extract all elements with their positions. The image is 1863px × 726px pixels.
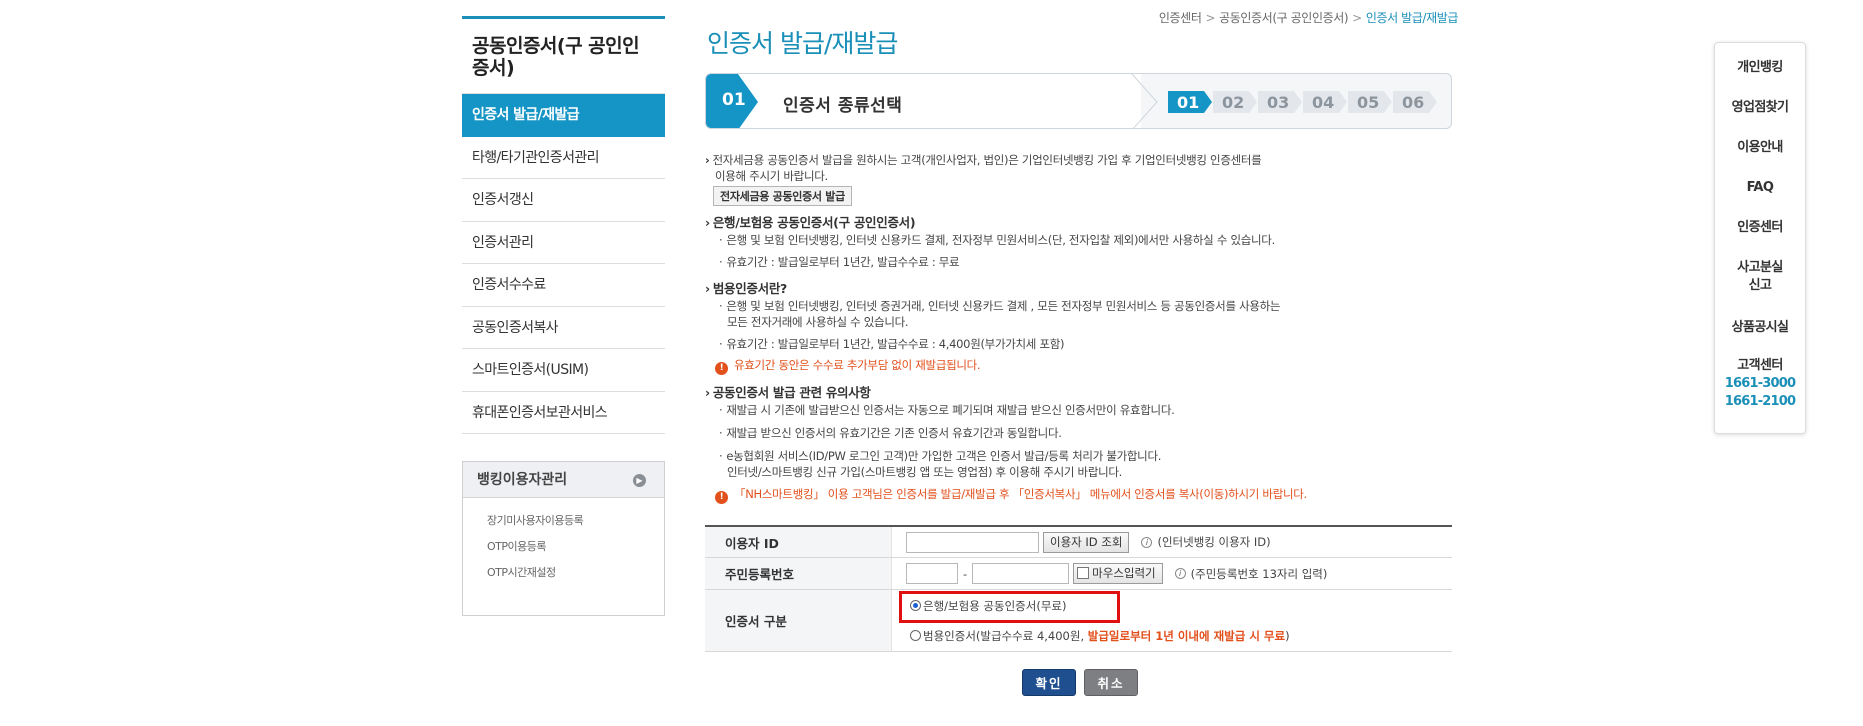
step-chevron-shape (706, 74, 1158, 128)
info-icon: i (1141, 536, 1153, 548)
intro-text-2: 이용해 주시기 바랍니다. (715, 169, 828, 183)
user-id-lookup-button[interactable]: 이용자 ID 조회 (1043, 531, 1130, 553)
alert-icon: ! (715, 362, 728, 375)
rrn-front-input[interactable] (906, 563, 958, 584)
section-bank-cert-line: 유효기간 : 발급일로부터 1년간, 발급수수료 : 무료 (705, 254, 959, 270)
section-bank-cert-line: 은행 및 보험 인터넷뱅킹, 인터넷 신용카드 결제, 전자정부 민원서비스(단… (705, 232, 1275, 248)
banking-user-box-header[interactable]: 뱅킹이용자관리 ▶ (463, 462, 664, 498)
step-5: 05 (1348, 91, 1393, 113)
radio-general-cert[interactable] (910, 629, 921, 641)
quick-item-product-notice[interactable]: 상품공시실 (1715, 319, 1805, 337)
sidebar-item-phone-cert-storage[interactable]: 휴대폰인증서보관서비스 (462, 392, 665, 434)
step-4: 04 (1303, 91, 1348, 113)
sidebar-menu: 인증서 발급/재발급 타행/타기관인증서관리 인증서갱신 인증서관리 인증서수수… (462, 94, 665, 434)
mouse-input-checkbox[interactable] (1077, 567, 1090, 579)
section-notice-title: 공동인증서 발급 관련 유의사항 (705, 382, 871, 401)
form-row-user-id: 이용자 ID 이용자 ID 조회 i (인터넷뱅킹 이용자 ID) (705, 527, 1452, 558)
cert-type-option-general[interactable]: 범용인증서(발급수수료 4,400원, 발급일로부터 1년 이내에 재발급 시 … (910, 628, 1290, 644)
sidebar-item-cert-manage[interactable]: 인증서관리 (462, 222, 665, 264)
link-otp-register[interactable]: OTP이용등록 (487, 534, 664, 560)
banking-user-box: 뱅킹이용자관리 ▶ 장기미사용자이용등록 OTP이용등록 OTP시간재설정 (462, 461, 665, 616)
quick-item-customer-center[interactable]: 고객센터 1661-3000 1661-2100 (1715, 357, 1805, 411)
step-indicators: 01 02 03 04 05 06 (1168, 91, 1438, 113)
section-general-cert-warning: ! 유효기간 동안은 수수료 추가부담 없이 재발급됩니다. (715, 357, 981, 375)
chevron-right-icon[interactable]: ▶ (633, 474, 646, 487)
current-step-label: 인증서 종류선택 (783, 96, 903, 116)
section-notice-line: 재발급 시 기존에 발급받으신 인증서는 자동으로 폐기되며 재발급 받으신 인… (705, 402, 1174, 418)
rrn-back-input[interactable] (972, 563, 1070, 584)
user-id-label: 이용자 ID (705, 527, 892, 557)
e-tax-cert-button[interactable]: 전자세금용 공동인증서 발급 (713, 186, 852, 206)
section-general-cert-title: 범용인증서란? (705, 278, 787, 297)
quick-item-loss-report[interactable]: 사고분실 신고 (1715, 259, 1805, 295)
step-3: 03 (1258, 91, 1303, 113)
step-bar: 01 인증서 종류선택 01 02 03 04 05 06 (705, 73, 1452, 129)
highlight-box (899, 591, 1120, 623)
sidebar-item-other-bank-cert[interactable]: 타행/타기관인증서관리 (462, 137, 665, 179)
current-step-number: 01 (722, 90, 746, 110)
step-1: 01 (1168, 91, 1213, 113)
step-6: 06 (1393, 91, 1438, 113)
mouse-input-button[interactable]: 마우스입력기 (1073, 563, 1163, 584)
step-2: 02 (1213, 91, 1258, 113)
info-icon: i (1174, 568, 1186, 579)
breadcrumb-item[interactable]: 인증센터 (1159, 11, 1202, 25)
sidebar-item-cert-renew[interactable]: 인증서갱신 (462, 179, 665, 222)
form-row-rrn: 주민등록번호 - 마우스입력기 i (주민등록번호 13자리 입력) (705, 558, 1452, 590)
section-general-cert-line: 은행 및 보험 인터넷뱅킹, 인터넷 증권거래, 인터넷 신용카드 결제 , 모… (705, 298, 1280, 314)
quick-item-branch-finder[interactable]: 영업점찾기 (1715, 99, 1805, 117)
left-sidebar: 공동인증서(구 공인인증서) 인증서 발급/재발급 타행/타기관인증서관리 인증… (462, 16, 665, 434)
sidebar-title: 공동인증서(구 공인인증서) (462, 16, 665, 94)
quick-item-guide[interactable]: 이용안내 (1715, 139, 1805, 157)
cert-type-label: 인증서 구분 (705, 590, 892, 651)
page-title: 인증서 발급/재발급 (707, 29, 898, 58)
breadcrumb-item[interactable]: 공동인증서(구 공인인증서) (1219, 11, 1348, 25)
section-notice-line: e농협회원 서비스(ID/PW 로그인 고객)만 가입한 고객은 인증서 발급/… (705, 448, 1161, 464)
phone-number: 1661-2100 (1724, 394, 1796, 409)
section-notice-line: 재발급 받으신 인증서의 유효기간은 기존 인증서 유효기간과 동일합니다. (705, 425, 1062, 441)
alert-icon: ! (715, 491, 728, 504)
breadcrumb: 인증센터 > 공동인증서(구 공인인증서) > 인증서 발급/재발급 (1158, 11, 1459, 25)
confirm-button[interactable]: 확인 (1022, 669, 1076, 696)
quick-item-personal-banking[interactable]: 개인뱅킹 (1715, 59, 1805, 77)
quick-item-cert-center[interactable]: 인증센터 (1715, 219, 1805, 237)
form-actions: 확인 취소 (1022, 669, 1138, 696)
section-notice-line: 인터넷/스마트뱅킹 신규 가입(스마트뱅킹 앱 또는 영업점) 후 이용해 주시… (727, 465, 1123, 479)
section-general-cert-line: 모든 전자거래에 사용하실 수 있습니다. (727, 315, 909, 329)
link-otp-time-reset[interactable]: OTP시간재설정 (487, 560, 664, 586)
rrn-help: (주민등록번호 13자리 입력) (1190, 566, 1328, 581)
section-general-cert-line: 유효기간 : 발급일로부터 1년간, 발급수수료 : 4,400원(부가가치세 … (705, 336, 1064, 352)
sidebar-item-smart-cert[interactable]: 스마트인증서(USIM) (462, 349, 665, 392)
breadcrumb-current: 인증서 발급/재발급 (1365, 11, 1459, 25)
link-dormant-user-register[interactable]: 장기미사용자이용등록 (487, 508, 664, 534)
section-notice-warning: ! 「NH스마트뱅킹」 이용 고객님은 인증서를 발급/재발급 후 「인증서복사」… (715, 486, 1307, 504)
section-bank-cert-title: 은행/보험용 공동인증서(구 공인인증서) (705, 212, 916, 231)
sidebar-item-cert-issue[interactable]: 인증서 발급/재발급 (462, 94, 665, 137)
rrn-label: 주민등록번호 (705, 558, 892, 589)
cancel-button[interactable]: 취소 (1084, 669, 1138, 696)
cert-form: 이용자 ID 이용자 ID 조회 i (인터넷뱅킹 이용자 ID) 주민등록번호… (705, 525, 1452, 652)
quick-menu: 개인뱅킹 영업점찾기 이용안내 FAQ 인증센터 사고분실 신고 상품공시실 고객… (1714, 42, 1806, 434)
user-id-help: (인터넷뱅킹 이용자 ID) (1157, 535, 1271, 549)
phone-number: 1661-3000 (1724, 376, 1796, 391)
banking-user-box-title: 뱅킹이용자관리 (477, 472, 568, 488)
user-id-input[interactable] (906, 531, 1039, 553)
quick-item-faq[interactable]: FAQ (1715, 179, 1805, 197)
intro-text: 전자세금용 공동인증서 발급을 원하시는 고객(개인사업자, 법인)은 기업인터… (705, 152, 1261, 168)
rrn-dash: - (963, 566, 968, 581)
sidebar-item-cert-fee[interactable]: 인증서수수료 (462, 264, 665, 307)
sidebar-item-cert-copy[interactable]: 공동인증서복사 (462, 307, 665, 349)
